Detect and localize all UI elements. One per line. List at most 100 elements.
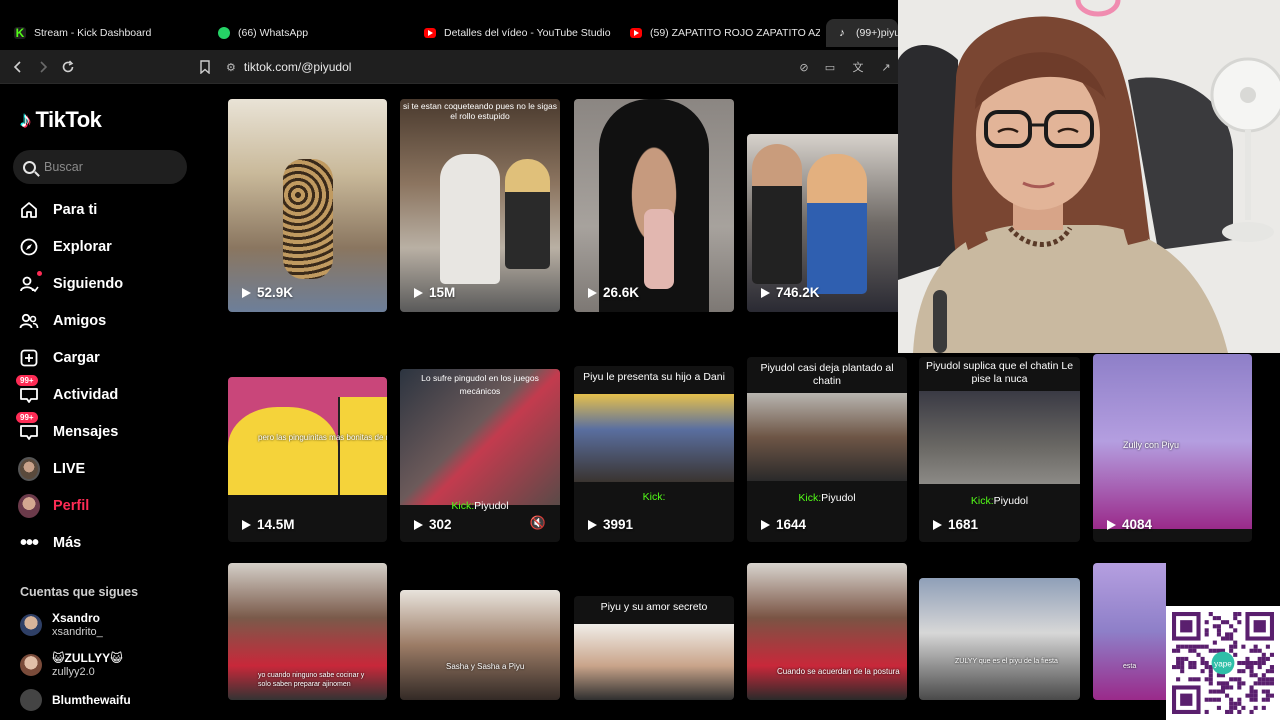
browser-tab-bar: K Stream - Kick Dashboard (66) WhatsApp … — [0, 14, 898, 50]
video-thumbnail[interactable]: Piyudol suplica que el chatin Le pise la… — [919, 357, 1080, 542]
qr-module — [1204, 660, 1209, 666]
qr-module — [1261, 681, 1266, 686]
video-thumbnail[interactable]: Cuando se acuerdan de la postura — [747, 563, 907, 700]
qr-module — [1229, 677, 1234, 682]
qr-module — [1204, 644, 1209, 649]
qr-module — [1237, 620, 1242, 625]
qr-module — [1237, 677, 1242, 682]
thumbnail-image — [338, 397, 387, 495]
video-thumbnail[interactable]: 26.6K — [574, 99, 734, 312]
tab-kick-dashboard[interactable]: K Stream - Kick Dashboard — [4, 19, 200, 47]
tab-youtube-video[interactable]: (59) ZAPATITO ROJO ZAPATITO AZUL — [620, 19, 820, 47]
qr-module — [1216, 697, 1221, 702]
qr-module — [1180, 656, 1185, 661]
tab-youtube-studio[interactable]: Detalles del vídeo - YouTube Studio — [414, 19, 616, 47]
chevron-right-icon — [40, 61, 48, 73]
play-icon — [588, 519, 597, 530]
reload-button[interactable] — [58, 57, 78, 77]
video-thumbnail[interactable]: 746.2K — [747, 134, 898, 312]
tab-label: (99+)piyu — [856, 27, 898, 39]
video-overlay-text: yo cuando ninguno sabe cocinar y solo sa… — [258, 672, 365, 688]
video-thumbnail[interactable]: Sasha y Sasha a Piyu — [400, 590, 560, 700]
video-thumbnail[interactable]: yo cuando ninguno sabe cocinar y solo sa… — [228, 563, 387, 700]
mute-icon[interactable]: 🔇 — [530, 515, 546, 531]
qr-module — [1225, 620, 1230, 625]
qr-module — [1208, 681, 1213, 686]
no-tracking-icon[interactable]: ⊘ — [796, 59, 812, 75]
qr-module — [1208, 697, 1213, 702]
qr-module — [1216, 624, 1221, 629]
video-thumbnail[interactable]: Piyu y su amor secreto — [574, 596, 734, 700]
qr-module — [1233, 616, 1238, 621]
search-icon — [23, 160, 36, 174]
share-icon[interactable]: ↗ — [878, 59, 894, 75]
search-box[interactable] — [13, 150, 187, 184]
nav-perfil[interactable]: Perfil — [18, 492, 89, 520]
account-name: Blumthewaifu — [52, 693, 131, 707]
qr-module — [1196, 644, 1201, 649]
thumbnail-image — [644, 209, 674, 289]
nav-label: Siguiendo — [53, 276, 124, 292]
logo-text: TikTok — [35, 107, 102, 132]
qr-module — [1176, 665, 1181, 670]
followed-account[interactable]: Blumthewaifu — [20, 689, 131, 711]
nav-explorar[interactable]: Explorar — [18, 233, 112, 261]
qr-module — [1204, 665, 1209, 670]
qr-module — [1212, 640, 1217, 645]
video-thumbnail[interactable]: Piyudol casi deja plantado al chatin Kic… — [747, 357, 907, 542]
nav-para-ti[interactable]: Para ti — [18, 196, 97, 224]
tab-whatsapp[interactable]: (66) WhatsApp — [208, 19, 408, 47]
view-count: 26.6K — [588, 285, 639, 300]
video-caption: Piyu le presenta su hijo a Dani — [583, 371, 725, 383]
back-button[interactable] — [8, 57, 28, 77]
webcam-image — [898, 0, 1280, 353]
nav-cargar[interactable]: Cargar — [18, 344, 100, 372]
bookmark-button[interactable] — [195, 57, 215, 77]
nav-mas[interactable]: ••• Más — [18, 529, 81, 557]
followed-account[interactable]: Xsandro xsandrito_ — [20, 611, 103, 639]
video-thumbnail[interactable]: Lo sufre pingudol en los juegos mecánico… — [400, 369, 560, 542]
account-handle: zullyy2.0 — [52, 666, 95, 678]
translate-icon[interactable]: 文 — [850, 59, 866, 75]
nav-mensajes[interactable]: 99+ Mensajes — [16, 412, 118, 446]
video-thumbnail[interactable]: ZULYY que es el piyu de la fiesta — [919, 578, 1080, 700]
view-count: 3991 — [588, 517, 633, 532]
forward-button[interactable] — [33, 57, 53, 77]
qr-module — [1180, 660, 1185, 666]
video-thumbnail[interactable]: esta — [1093, 563, 1166, 700]
play-icon — [242, 519, 251, 530]
qr-module — [1216, 681, 1221, 686]
video-thumbnail[interactable]: Piyu le presenta su hijo a Dani Kick: 39… — [574, 366, 734, 542]
view-count: 52.9K — [242, 285, 293, 300]
account-name: Xsandro — [52, 611, 101, 625]
qr-module — [1237, 697, 1242, 702]
nav-siguiendo[interactable]: Siguiendo — [18, 270, 123, 298]
thumbnail-image — [919, 391, 1080, 484]
site-settings-icon[interactable]: ⚙ — [226, 61, 236, 74]
tab-tiktok[interactable]: ♪ (99+)piyu — [826, 19, 898, 47]
qr-module — [1233, 644, 1238, 649]
tiktok-logo[interactable]: ♪ TikTok — [20, 107, 102, 133]
nav-live[interactable]: LIVE — [18, 455, 85, 483]
qr-module — [1229, 697, 1234, 702]
video-thumbnail[interactable]: pero las pinguinitas mas bonitas de miel… — [228, 377, 387, 542]
nav-label: Perfil — [53, 498, 90, 514]
followed-account[interactable]: 😺ZULLYY😺 zullyy2.0 — [20, 651, 123, 679]
qr-module — [1253, 660, 1258, 666]
nav-amigos[interactable]: Amigos — [18, 307, 106, 335]
url-field[interactable]: ⚙ tiktok.com/@piyudol — [226, 57, 886, 77]
video-overlay-text: pero las pinguinitas mas bonitas de miel — [258, 433, 387, 442]
video-thumbnail[interactable]: 52.9K — [228, 99, 387, 312]
thumbnail-image — [400, 590, 560, 700]
more-icon: ••• — [19, 531, 39, 554]
nav-actividad[interactable]: 99+ Actividad — [16, 375, 118, 409]
qr-module — [1257, 677, 1262, 682]
chevron-left-icon — [13, 61, 21, 73]
search-input[interactable] — [44, 160, 164, 174]
qr-module — [1237, 685, 1242, 690]
qr-module — [1249, 693, 1254, 698]
following-accounts-title: Cuentas que sigues — [20, 585, 139, 599]
video-thumbnail[interactable]: Zully con Piyu 4084 — [1093, 354, 1252, 542]
video-thumbnail[interactable]: si te estan coqueteando pues no le sigas… — [400, 99, 560, 312]
screen-cast-icon[interactable]: ▭ — [822, 59, 838, 75]
